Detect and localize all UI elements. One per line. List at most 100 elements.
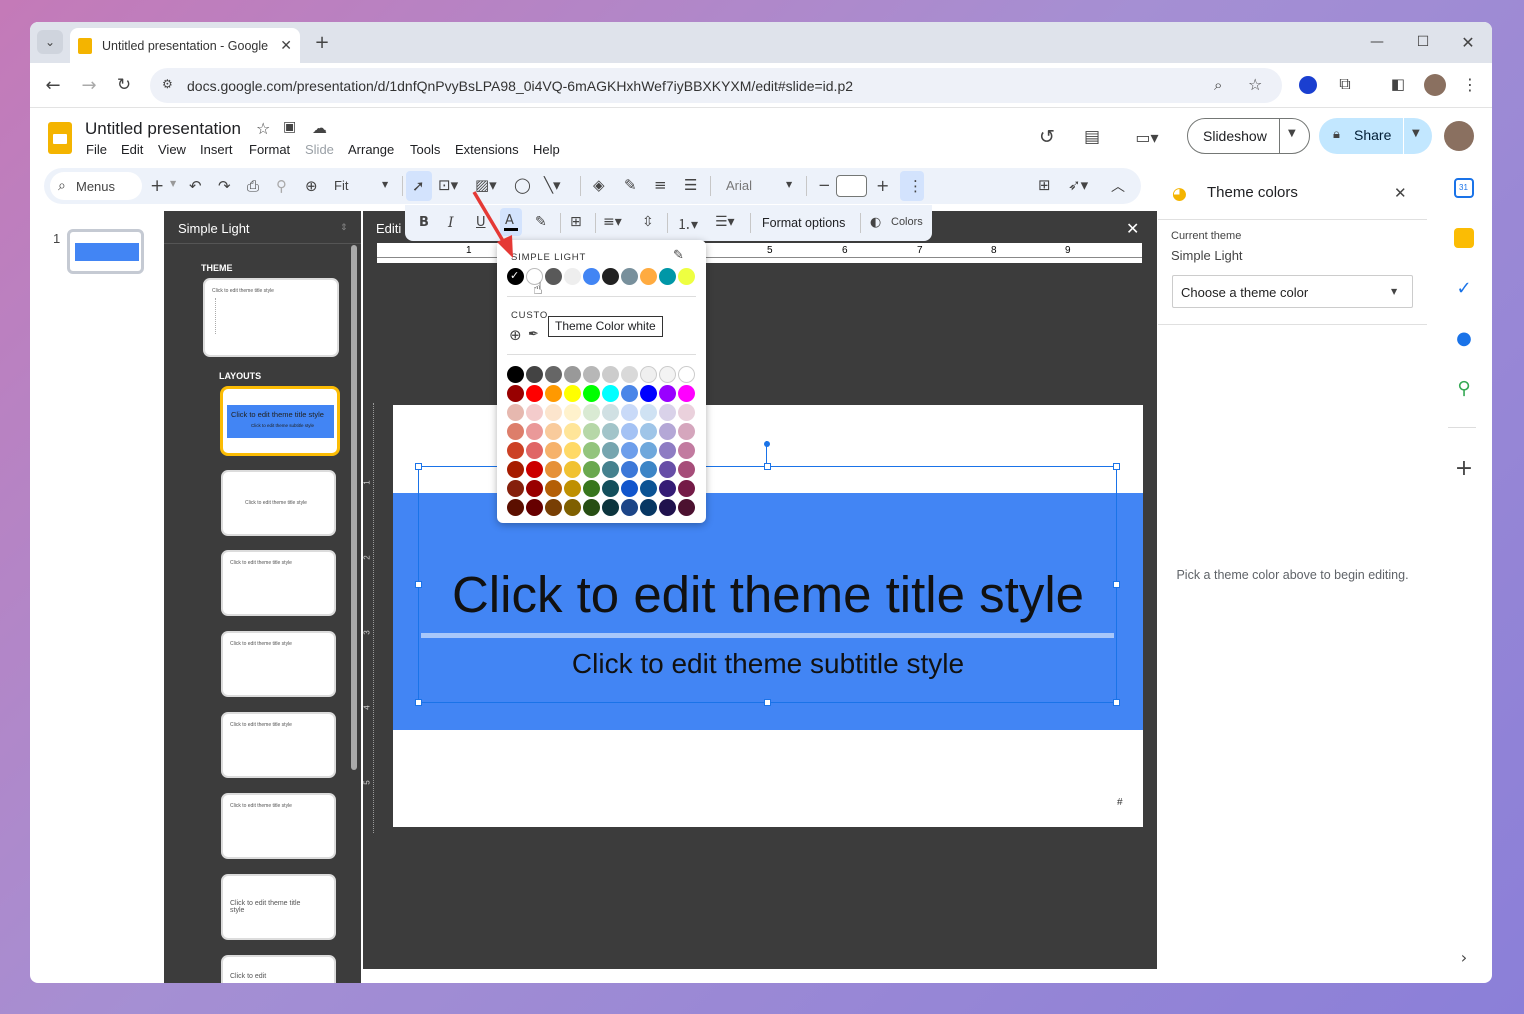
meet-icon[interactable]: ▭▾ — [1127, 125, 1167, 149]
palette-swatch[interactable] — [640, 404, 657, 421]
layout-thumb-title[interactable]: Click to edit theme title style Click to… — [220, 386, 340, 456]
palette-swatch[interactable] — [545, 461, 562, 478]
add-custom-color-icon[interactable]: ⊕ — [509, 326, 522, 344]
browser-tab[interactable]: Untitled presentation - Google ✕ — [70, 28, 300, 63]
palette-swatch[interactable] — [564, 480, 581, 497]
calendar-icon[interactable]: 31 — [1454, 178, 1474, 198]
palette-swatch[interactable] — [621, 461, 638, 478]
palette-swatch[interactable] — [545, 499, 562, 516]
border-color-icon[interactable]: ✎ — [624, 176, 637, 194]
bookmark-star-icon[interactable]: ☆ — [1248, 75, 1262, 94]
layout-thumb-two-columns[interactable]: Click to edit theme title style — [221, 631, 336, 697]
menu-edit[interactable]: Edit — [121, 142, 143, 157]
new-slide-icon[interactable]: + — [150, 176, 164, 196]
minimize-icon[interactable]: — — [1365, 30, 1389, 54]
palette-swatch[interactable] — [564, 404, 581, 421]
palette-swatch[interactable] — [564, 461, 581, 478]
palette-swatch[interactable] — [602, 385, 619, 402]
maps-icon[interactable]: ⚲ — [1454, 378, 1474, 399]
palette-swatch[interactable] — [640, 442, 657, 459]
decrease-font-icon[interactable]: − — [818, 176, 831, 194]
slide-subtitle[interactable]: Click to edit theme subtitle style — [393, 648, 1143, 680]
reload-icon[interactable]: ↻ — [113, 74, 135, 96]
close-window-icon[interactable]: ✕ — [1456, 30, 1480, 54]
palette-swatch[interactable] — [526, 366, 543, 383]
bulleted-list-icon[interactable]: ☰▾ — [715, 214, 735, 230]
palette-swatch[interactable] — [621, 480, 638, 497]
share-button[interactable]: 🔒︎ Share ▼ — [1319, 118, 1432, 154]
insert-slide-icon[interactable]: ⊞ — [1038, 176, 1051, 194]
slides-logo[interactable] — [48, 122, 72, 154]
palette-swatch[interactable] — [507, 499, 524, 516]
palette-swatch[interactable] — [507, 385, 524, 402]
new-tab-icon[interactable]: + — [312, 32, 332, 53]
palette-swatch[interactable] — [640, 423, 657, 440]
move-folder-icon[interactable]: ▣ — [283, 119, 296, 135]
theme-swatch[interactable] — [564, 268, 581, 285]
menu-tools[interactable]: Tools — [410, 142, 440, 157]
slide-thumbnail[interactable] — [67, 229, 144, 274]
palette-swatch[interactable] — [564, 442, 581, 459]
theme-swatch[interactable] — [621, 268, 638, 285]
line-spacing-icon[interactable]: ⇳ — [642, 214, 654, 230]
tasks-icon[interactable]: ✓ — [1454, 278, 1474, 299]
menu-help[interactable]: Help — [533, 142, 560, 157]
palette-swatch[interactable] — [526, 499, 543, 516]
zoom-icon[interactable]: ⌕ — [1214, 76, 1222, 94]
palette-swatch[interactable] — [602, 404, 619, 421]
font-select[interactable]: Arial — [726, 178, 752, 193]
resize-handle[interactable] — [415, 463, 422, 470]
star-icon[interactable]: ☆ — [256, 119, 270, 138]
palette-swatch[interactable] — [659, 499, 676, 516]
menu-format[interactable]: Format — [249, 142, 290, 157]
palette-swatch[interactable] — [659, 442, 676, 459]
palette-swatch[interactable] — [507, 423, 524, 440]
palette-swatch[interactable] — [621, 423, 638, 440]
tab-search-icon[interactable]: ⌄ — [37, 30, 63, 54]
theme-swatch[interactable] — [640, 268, 657, 285]
palette-swatch[interactable] — [602, 499, 619, 516]
palette-swatch[interactable] — [545, 442, 562, 459]
palette-swatch[interactable] — [507, 404, 524, 421]
master-scrollbar[interactable] — [351, 245, 357, 770]
palette-swatch[interactable] — [507, 461, 524, 478]
palette-swatch[interactable] — [659, 404, 676, 421]
palette-swatch[interactable] — [564, 423, 581, 440]
palette-swatch[interactable] — [545, 366, 562, 383]
palette-swatch[interactable] — [678, 442, 695, 459]
textbox-icon[interactable]: ⊡▾ — [438, 176, 458, 194]
palette-swatch[interactable] — [640, 480, 657, 497]
resize-handle[interactable] — [764, 699, 771, 706]
select-tool[interactable]: ➚ — [406, 171, 432, 201]
close-panel-icon[interactable]: ✕ — [1394, 184, 1407, 202]
resize-handle[interactable] — [1113, 463, 1120, 470]
palette-swatch[interactable] — [526, 423, 543, 440]
palette-swatch[interactable] — [507, 480, 524, 497]
zoom-dropdown-icon[interactable]: ▼ — [382, 180, 388, 189]
theme-swatch-black[interactable]: ✓ — [507, 268, 524, 285]
increase-font-icon[interactable]: + — [876, 176, 889, 195]
palette-swatch[interactable] — [602, 480, 619, 497]
menus-search[interactable]: ⌕ Menus — [50, 172, 142, 200]
url-field[interactable]: ⚙ docs.google.com/presentation/d/1dnfQnP… — [150, 68, 1282, 103]
theme-color-select[interactable]: Choose a theme color ▼ — [1172, 275, 1413, 308]
palette-swatch[interactable] — [545, 480, 562, 497]
rotate-handle[interactable] — [764, 441, 770, 447]
palette-swatch[interactable] — [678, 480, 695, 497]
theme-swatch[interactable] — [678, 268, 695, 285]
palette-swatch[interactable] — [678, 423, 695, 440]
palette-swatch[interactable] — [583, 442, 600, 459]
theme-swatch[interactable] — [659, 268, 676, 285]
highlight-icon[interactable]: ✎ — [535, 214, 547, 230]
undo-icon[interactable]: ↶ — [189, 177, 202, 195]
palette-swatch[interactable] — [545, 404, 562, 421]
palette-swatch[interactable] — [564, 366, 581, 383]
palette-swatch[interactable] — [621, 366, 638, 383]
palette-swatch[interactable] — [678, 499, 695, 516]
back-icon[interactable]: ← — [42, 74, 64, 96]
slideshow-button[interactable]: Slideshow ▼ — [1187, 118, 1310, 154]
pen-tool-icon[interactable]: ➶▾ — [1068, 176, 1088, 194]
insert-link-icon[interactable]: ⊞ — [570, 214, 582, 230]
palette-swatch[interactable] — [526, 404, 543, 421]
menu-file[interactable]: File — [86, 142, 107, 157]
